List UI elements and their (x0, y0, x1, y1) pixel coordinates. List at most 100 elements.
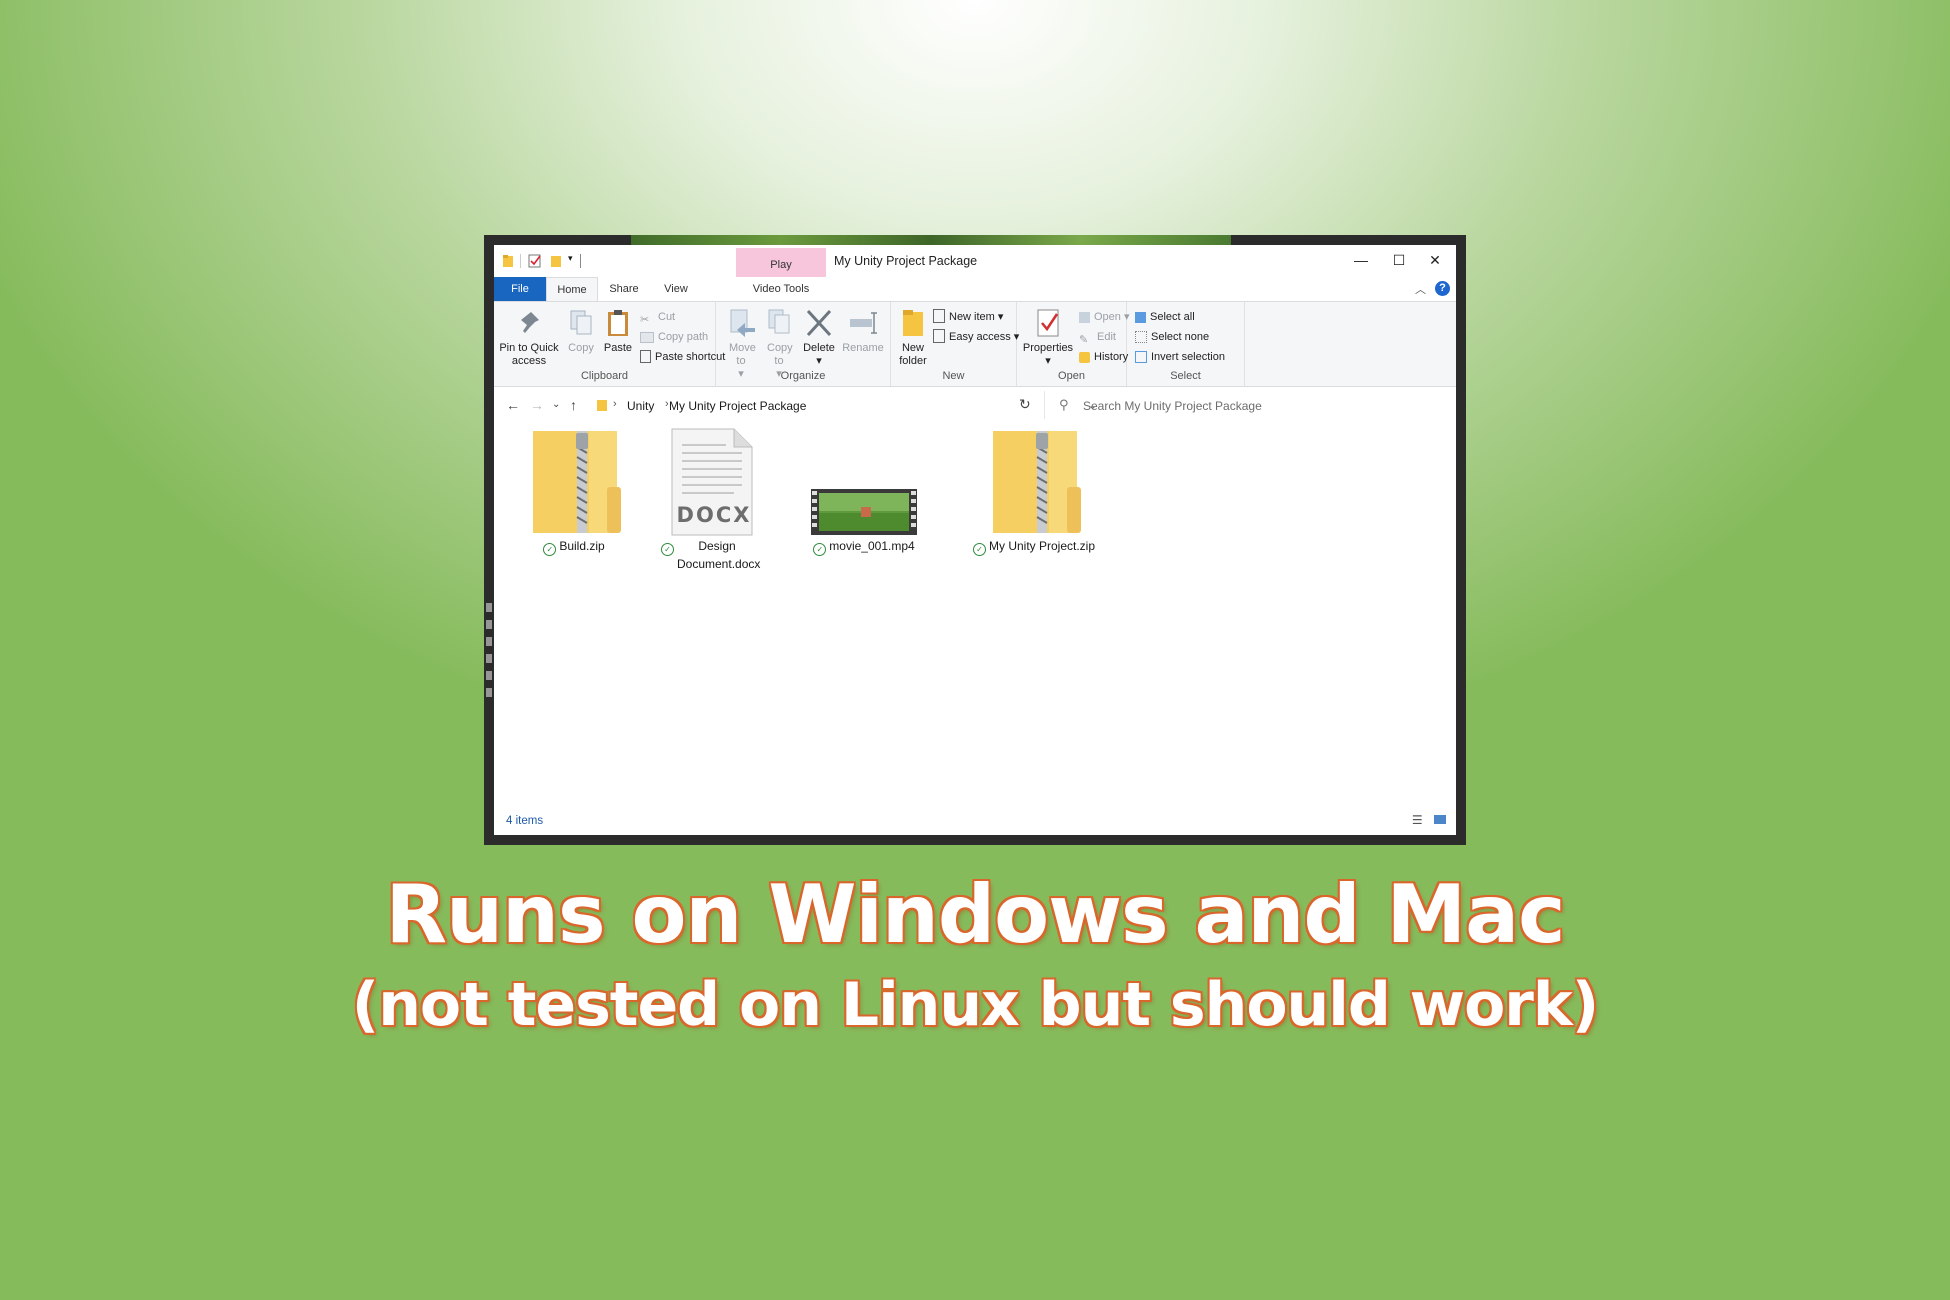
collapse-ribbon-icon[interactable]: ︿ (1415, 281, 1426, 297)
back-arrow-icon[interactable]: ← (506, 397, 520, 413)
file-list: ✓ Build.zip DOCX ✓ Design Document.docx ✓ m… (494, 427, 1456, 797)
help-icon[interactable]: ? (1435, 281, 1450, 296)
zip-folder-icon (979, 427, 1089, 537)
docx-icon: DOCX (654, 427, 764, 537)
properties-icon (1037, 309, 1059, 337)
copy-to-icon (768, 309, 790, 334)
caption-headline: Runs on Windows and Mac (385, 868, 1565, 961)
ribbon: Pin to Quick access Copy Paste ✂ Cut Copy… (494, 301, 1456, 387)
new-folder-button[interactable]: New folder (895, 308, 931, 368)
folder-icon (503, 255, 513, 267)
customize-qat-icon[interactable]: ▾ (568, 253, 573, 267)
search-box[interactable]: ⚲ Search My Unity Project Package (1044, 391, 1305, 419)
address-bar[interactable]: › Unity › My Unity Project Package ⌄ (594, 393, 1097, 420)
details-view-icon[interactable]: ☰ (1412, 813, 1423, 827)
tab-play-context[interactable]: Play (736, 248, 826, 277)
scissors-icon: ✂ (640, 314, 650, 326)
background-photo-strip (631, 235, 1231, 245)
file-item[interactable]: ✓ Build.zip (514, 427, 634, 556)
search-placeholder: Search My Unity Project Package (1083, 399, 1262, 413)
properties-check-icon[interactable] (528, 254, 542, 268)
breadcrumb-current[interactable]: My Unity Project Package (669, 399, 806, 413)
delete-button[interactable]: Delete ▾ (800, 308, 838, 368)
group-open: Properties ▾ Open ▾ ✎ Edit History Open (1017, 302, 1130, 386)
tab-file[interactable]: File (494, 277, 546, 301)
copy-path-button[interactable]: Copy path (640, 328, 708, 346)
group-label-organize: Organize (780, 370, 826, 382)
rename-button[interactable]: Rename (840, 308, 886, 355)
breadcrumb-unity[interactable]: Unity (627, 399, 654, 413)
file-name: Design Document.docx (677, 539, 761, 571)
file-name: My Unity Project.zip (988, 539, 1096, 553)
zip-folder-icon (519, 427, 629, 537)
large-icons-view-icon[interactable] (1434, 815, 1446, 824)
window-title: My Unity Project Package (834, 254, 978, 268)
open-icon (1079, 312, 1090, 323)
new-folder-icon[interactable] (550, 254, 562, 268)
paste-shortcut-button[interactable]: Paste shortcut (640, 348, 725, 366)
close-button[interactable]: ✕ (1420, 249, 1450, 271)
sync-check-icon: ✓ (972, 543, 986, 556)
video-thumbnail-icon (809, 427, 919, 537)
group-label-new: New (942, 370, 965, 382)
folder-icon (597, 400, 607, 411)
pin-icon (521, 312, 539, 333)
screenshot-frame: ▾ Play My Unity Project Package — ☐ ✕ Fi… (484, 235, 1466, 845)
rename-icon (850, 312, 877, 334)
copy-path-icon (640, 332, 654, 343)
edit-icon: ✎ (1079, 334, 1089, 346)
group-select: Select all Select none Invert selection … (1127, 302, 1245, 386)
move-to-icon (730, 309, 755, 337)
paste-button[interactable]: Paste (600, 308, 636, 355)
up-arrow-icon[interactable]: ↑ (570, 397, 577, 413)
cut-button[interactable]: ✂ Cut (640, 308, 675, 326)
caption-subheadline: (not tested on Linux but should work) (351, 970, 1599, 1040)
file-name: movie_001.mp4 (829, 539, 915, 553)
file-item[interactable]: DOCX ✓ Design Document.docx (649, 427, 769, 573)
title-bar: ▾ Play My Unity Project Package — ☐ ✕ (494, 245, 1456, 277)
file-item[interactable]: ✓ My Unity Project.zip (954, 427, 1114, 556)
breadcrumb-separator-icon: › (613, 398, 617, 410)
tab-view[interactable]: View (650, 277, 702, 301)
clipboard-icon (608, 310, 628, 336)
refresh-icon[interactable]: ↻ (1019, 396, 1031, 413)
history-icon (1079, 352, 1090, 363)
new-item-button[interactable]: New item ▾ (933, 308, 1003, 326)
edit-button[interactable]: ✎ Edit (1079, 328, 1116, 346)
sync-check-icon: ✓ (813, 543, 827, 556)
tab-share[interactable]: Share (598, 277, 650, 301)
invert-selection-button[interactable]: Invert selection (1135, 348, 1225, 366)
select-all-button[interactable]: Select all (1135, 308, 1195, 326)
recent-locations-icon[interactable]: ⌄ (552, 399, 560, 410)
open-button[interactable]: Open ▾ (1079, 308, 1130, 326)
forward-arrow-icon[interactable]: → (530, 397, 544, 413)
invert-selection-icon (1135, 351, 1147, 363)
navigation-bar: ← → ⌄ ↑ › Unity › My Unity Project Packa… (494, 387, 1456, 425)
paste-shortcut-icon (640, 350, 651, 363)
maximize-button[interactable]: ☐ (1384, 249, 1414, 271)
history-button[interactable]: History (1079, 348, 1128, 366)
file-item[interactable]: ✓ movie_001.mp4 (804, 427, 924, 556)
select-none-button[interactable]: Select none (1135, 328, 1209, 346)
tab-video-tools[interactable]: Video Tools (736, 277, 826, 301)
easy-access-button[interactable]: Easy access ▾ (933, 328, 1019, 346)
easy-access-icon (933, 329, 945, 343)
group-label-open: Open (1058, 370, 1085, 382)
minimize-button[interactable]: — (1346, 249, 1376, 271)
properties-button[interactable]: Properties ▾ (1021, 308, 1075, 368)
new-item-icon (933, 309, 945, 323)
background-window-peek (486, 595, 494, 755)
view-toggle: ☰ (1412, 813, 1446, 827)
search-icon: ⚲ (1059, 397, 1069, 412)
pin-quick-access-button[interactable]: Pin to Quick access (498, 308, 560, 368)
file-name: Build.zip (559, 539, 605, 553)
sync-check-icon: ✓ (543, 543, 557, 556)
file-explorer-window: ▾ Play My Unity Project Package — ☐ ✕ Fi… (494, 245, 1456, 835)
tab-home[interactable]: Home (546, 277, 598, 301)
delete-x-icon (806, 309, 832, 337)
copy-icon (570, 310, 592, 335)
group-organize: Move to ▾ Copy to ▾ Delete ▾ Rename Organiz… (716, 302, 891, 386)
group-label-select: Select (1170, 370, 1201, 382)
select-all-icon (1135, 312, 1146, 323)
copy-button[interactable]: Copy (564, 308, 598, 355)
